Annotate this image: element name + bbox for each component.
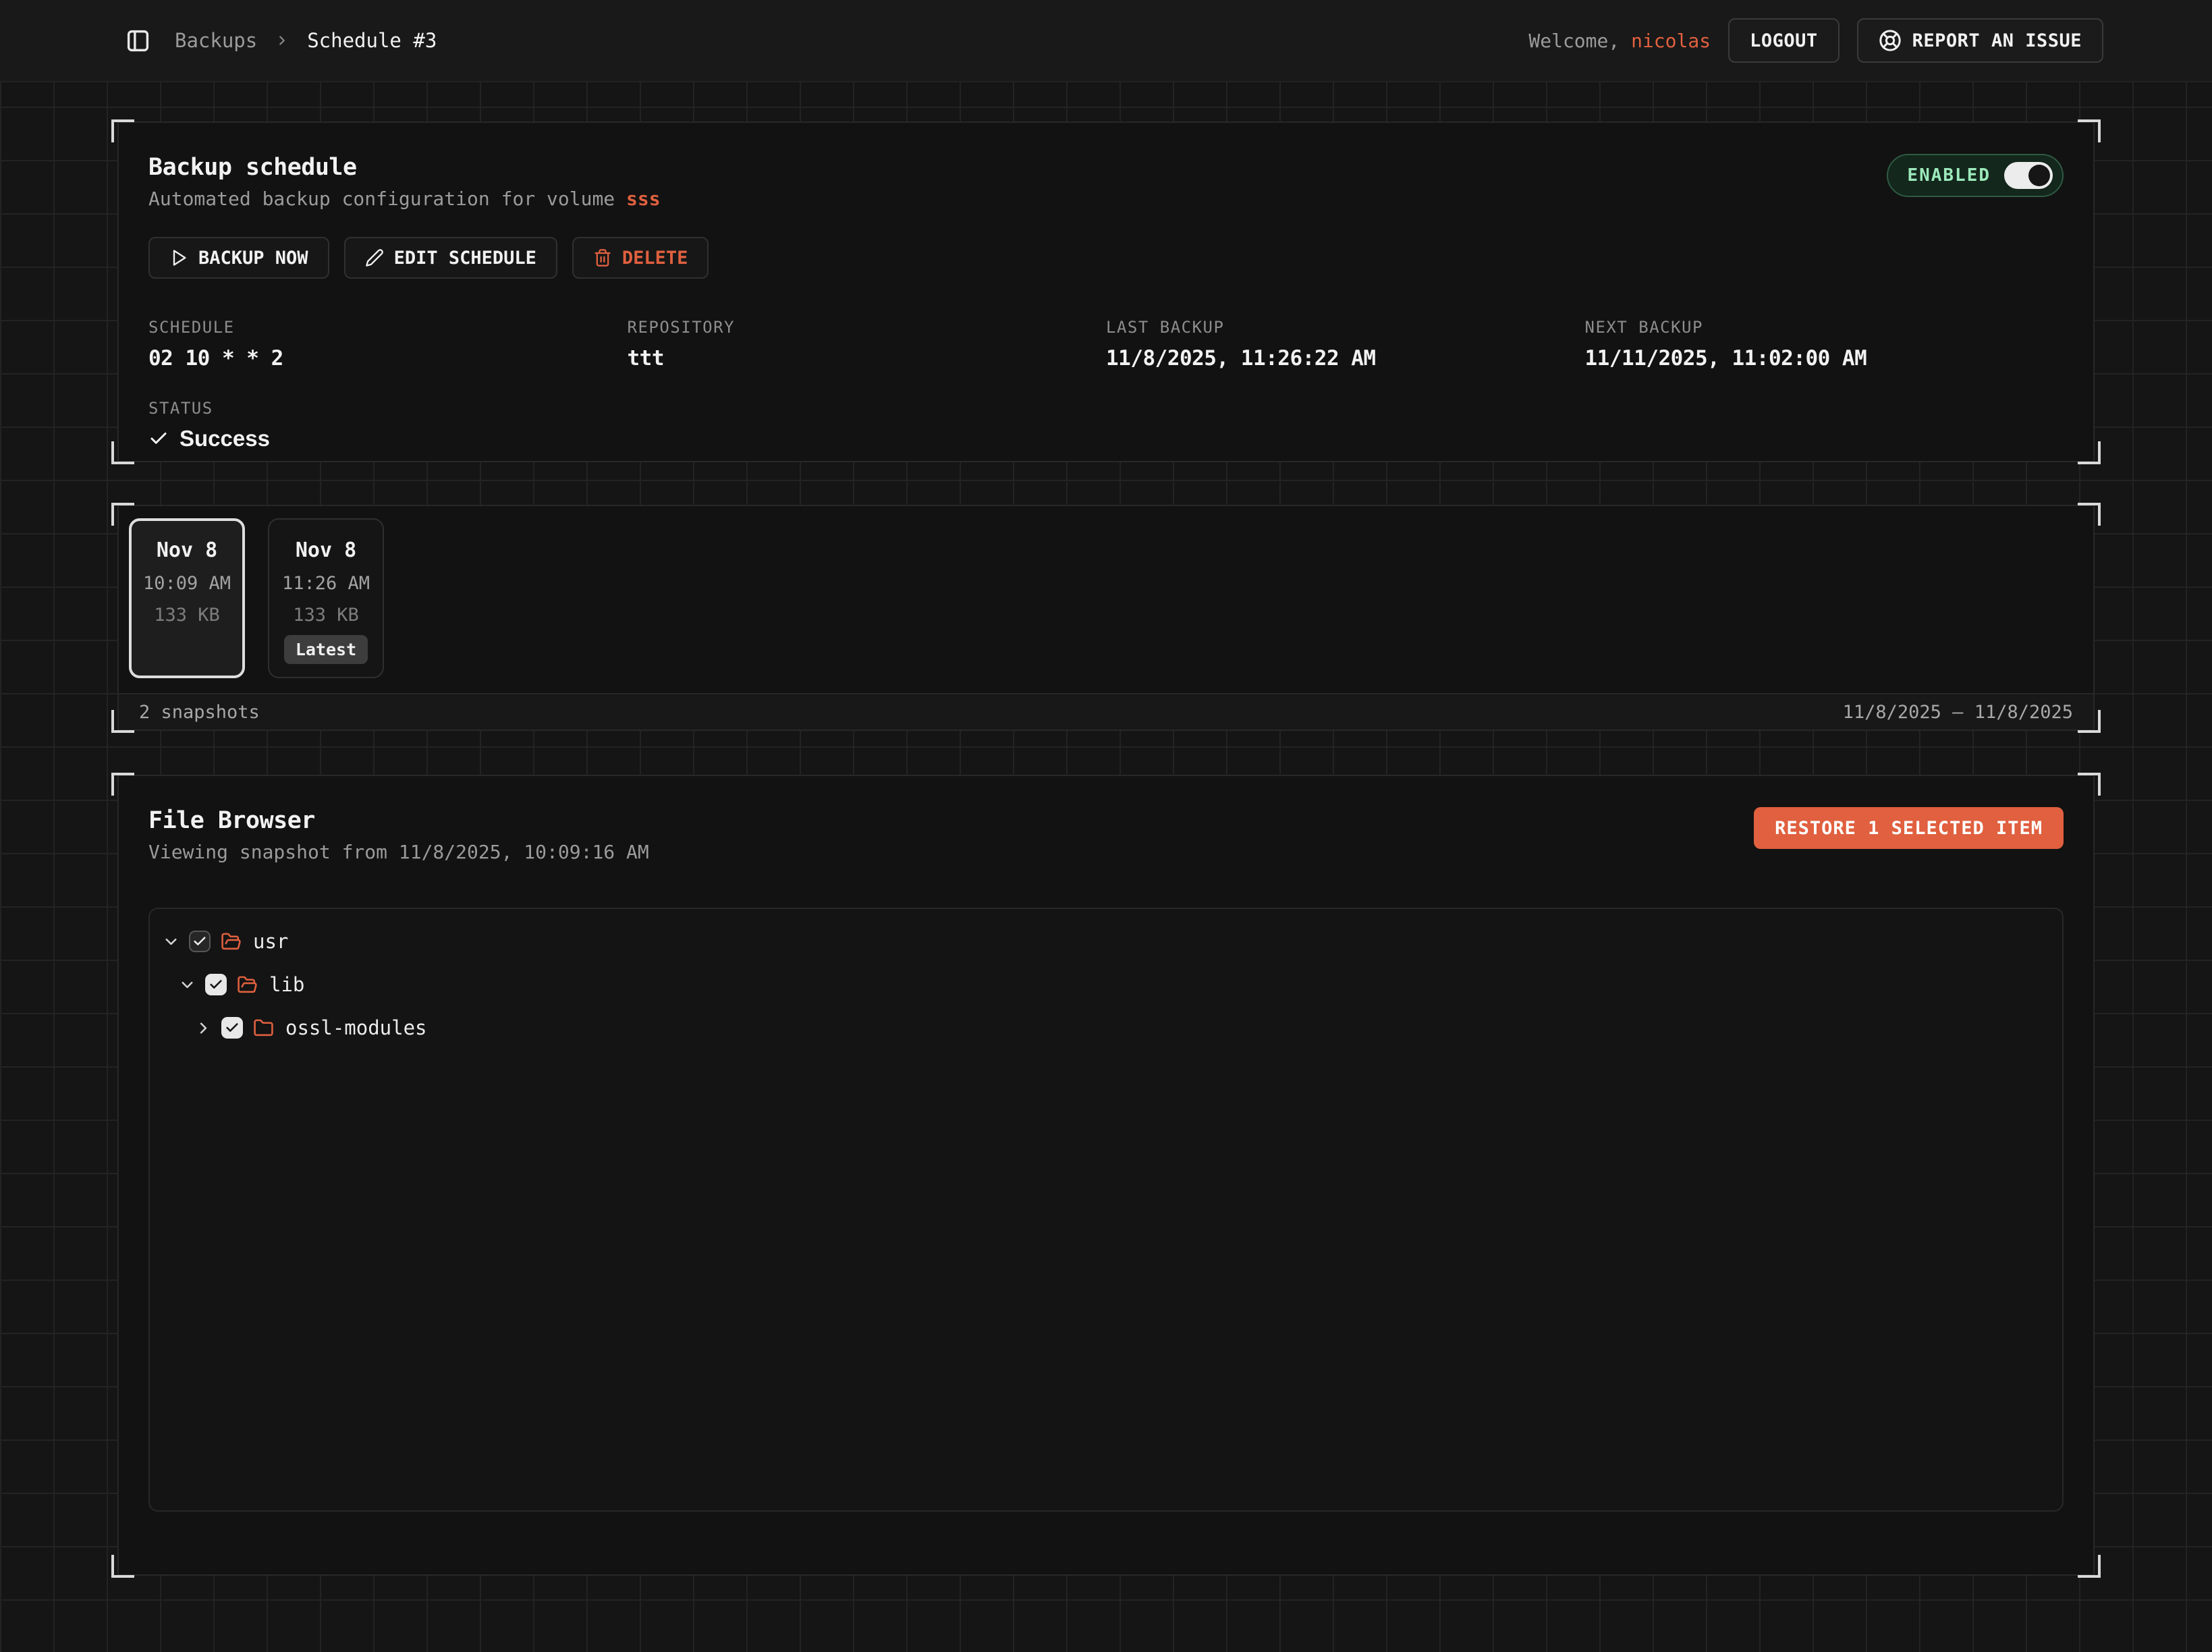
backup-schedule-card: Backup schedule Automated backup configu… — [117, 121, 2095, 462]
snapshot-card-selected[interactable]: Nov 8 10:09 AM 133 KB — [129, 518, 245, 678]
breadcrumb: Backups Schedule #3 — [175, 29, 437, 52]
welcome-text: Welcome, nicolas — [1528, 30, 1711, 52]
enabled-toggle[interactable]: ENABLED — [1887, 154, 2064, 197]
breadcrumb-current: Schedule #3 — [307, 29, 437, 52]
trash-icon — [593, 248, 612, 267]
topbar: Backups Schedule #3 Welcome, nicolas LOG… — [0, 0, 2212, 82]
chevron-down-icon[interactable] — [162, 933, 180, 951]
snapshot-count: 2 snapshots — [139, 702, 260, 723]
toggle-knob — [2028, 165, 2050, 186]
field-status: STATUS Success — [148, 399, 2064, 451]
check-icon — [148, 429, 169, 449]
latest-badge: Latest — [284, 635, 368, 664]
snapshot-strip: Nov 8 10:09 AM 133 KB Nov 8 11:26 AM 133… — [119, 506, 2093, 678]
corner-bracket — [2078, 119, 2101, 142]
tree-row-usr[interactable]: usr — [162, 920, 2050, 963]
volume-name: sss — [626, 188, 661, 210]
tree-row-ossl-modules[interactable]: ossl-modules — [162, 1006, 2050, 1049]
edit-schedule-button[interactable]: EDIT SCHEDULE — [344, 237, 557, 279]
field-last-backup: LAST BACKUP 11/8/2025, 11:26:22 AM — [1106, 318, 1585, 370]
toggle-switch[interactable] — [2004, 162, 2053, 189]
card-title: Backup schedule — [148, 154, 661, 181]
checkbox-usr[interactable] — [189, 931, 211, 952]
corner-bracket — [111, 119, 134, 142]
play-icon — [169, 248, 188, 267]
enabled-label: ENABLED — [1907, 165, 1991, 186]
file-browser-card: File Browser Viewing snapshot from 11/8/… — [117, 775, 2095, 1576]
chevron-right-icon — [275, 33, 289, 48]
corner-bracket — [111, 1555, 134, 1578]
schedule-fields: SCHEDULE 02 10 * * 2 REPOSITORY ttt LAST… — [148, 318, 2064, 370]
lifebuoy-icon — [1879, 29, 1902, 52]
folder-icon — [253, 1018, 274, 1039]
chevron-right-icon[interactable] — [194, 1019, 213, 1037]
file-browser-title: File Browser — [148, 807, 649, 834]
logout-button[interactable]: LOGOUT — [1728, 18, 1840, 63]
restore-button[interactable]: RESTORE 1 SELECTED ITEM — [1754, 807, 2064, 849]
field-repository: REPOSITORY ttt — [628, 318, 1107, 370]
snapshot-range: 11/8/2025 – 11/8/2025 — [1843, 702, 2073, 723]
file-tree-panel: usr lib — [148, 908, 2064, 1512]
main-content: Backup schedule Automated backup configu… — [0, 82, 2212, 1576]
corner-bracket — [111, 441, 134, 464]
status-value: Success — [179, 426, 270, 451]
corner-bracket — [2078, 441, 2101, 464]
corner-bracket — [111, 773, 134, 796]
checkbox-ossl-modules[interactable] — [221, 1017, 243, 1039]
field-schedule: SCHEDULE 02 10 * * 2 — [148, 318, 628, 370]
file-browser-subtitle: Viewing snapshot from 11/8/2025, 10:09:1… — [148, 841, 649, 863]
corner-bracket — [2078, 1555, 2101, 1578]
backup-now-button[interactable]: BACKUP NOW — [148, 237, 329, 279]
username: nicolas — [1631, 30, 1711, 52]
breadcrumb-parent[interactable]: Backups — [175, 29, 257, 52]
card-subtitle: Automated backup configuration for volum… — [148, 188, 661, 210]
folder-open-icon — [221, 931, 242, 952]
delete-button[interactable]: DELETE — [572, 237, 709, 279]
sidebar-toggle-button[interactable] — [126, 28, 150, 53]
folder-open-icon — [237, 974, 258, 995]
pencil-icon — [365, 248, 384, 267]
tree-row-lib[interactable]: lib — [162, 963, 2050, 1006]
snapshots-footer: 2 snapshots 11/8/2025 – 11/8/2025 — [119, 693, 2093, 729]
field-next-backup: NEXT BACKUP 11/11/2025, 11:02:00 AM — [1585, 318, 2064, 370]
panel-left-icon — [126, 28, 150, 53]
snapshot-card[interactable]: Nov 8 11:26 AM 133 KB Latest — [268, 518, 384, 678]
corner-bracket — [2078, 773, 2101, 796]
snapshots-card: Nov 8 10:09 AM 133 KB Nov 8 11:26 AM 133… — [117, 505, 2095, 731]
chevron-down-icon[interactable] — [178, 976, 196, 994]
report-issue-button[interactable]: REPORT AN ISSUE — [1857, 18, 2103, 63]
checkbox-lib[interactable] — [205, 974, 227, 995]
